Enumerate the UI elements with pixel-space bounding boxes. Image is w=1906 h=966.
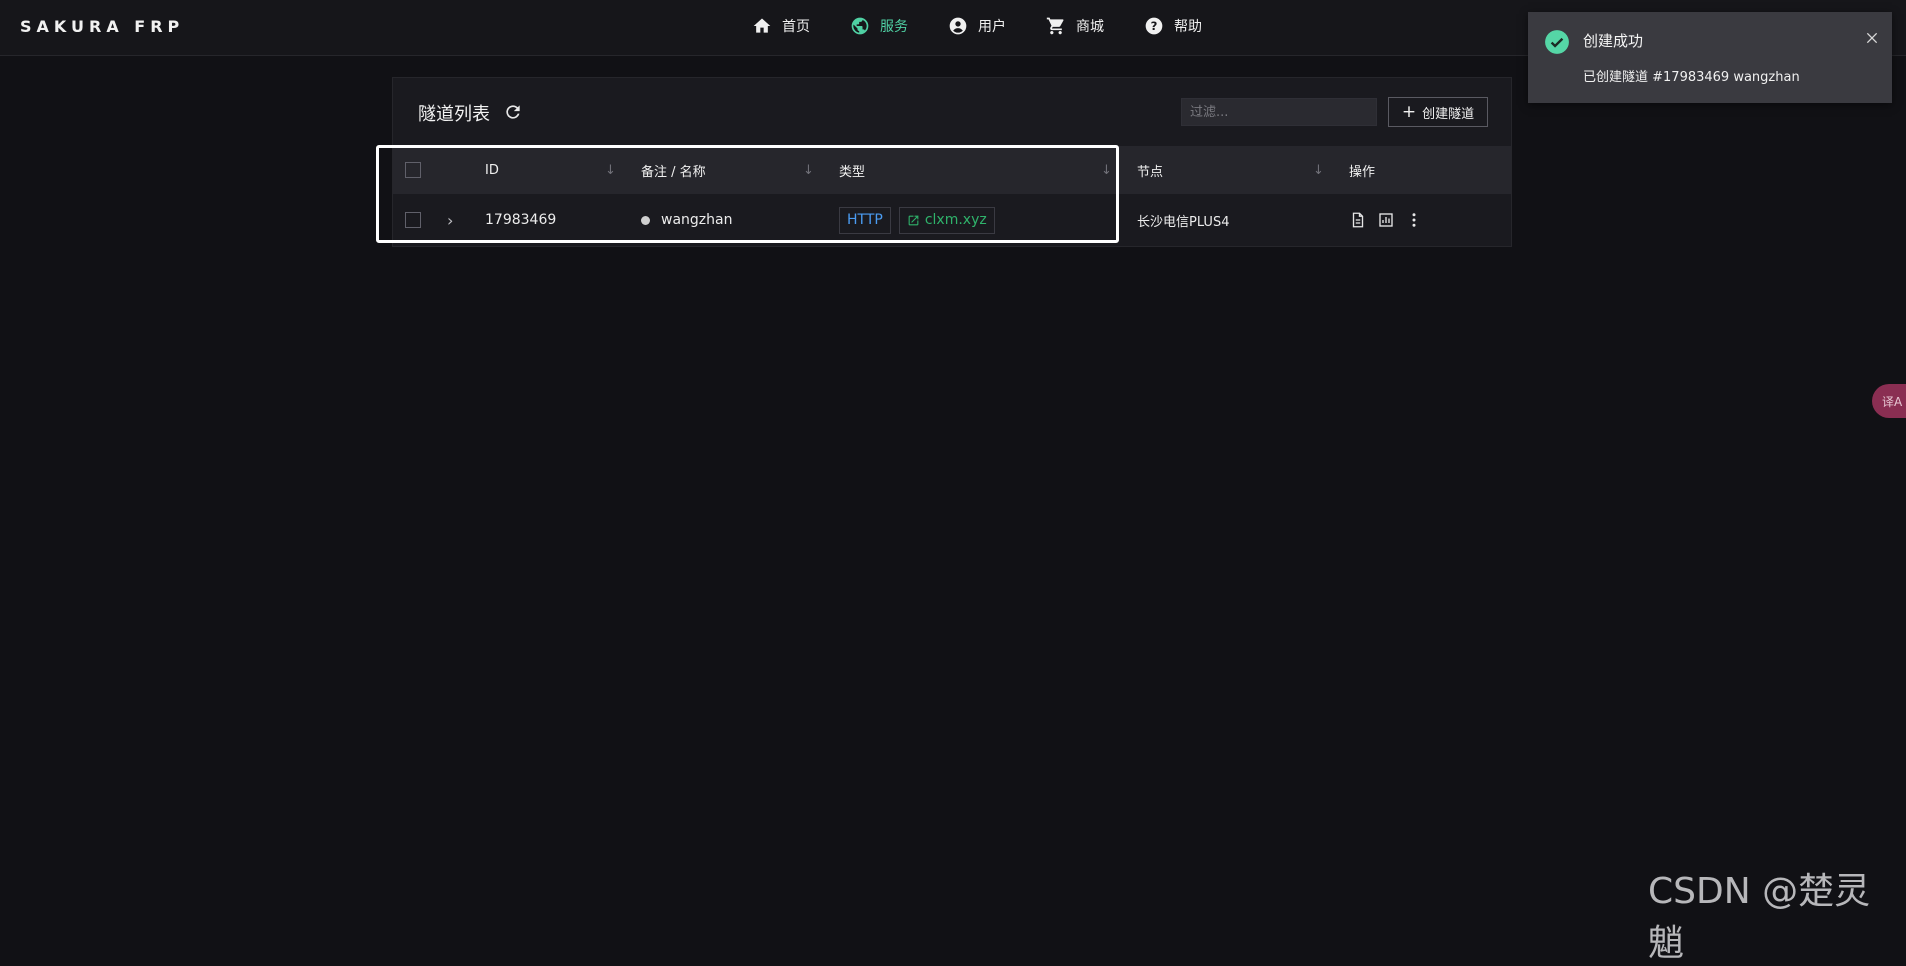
home-icon	[753, 18, 771, 33]
create-tunnel-button[interactable]: + 创建隧道	[1388, 97, 1488, 127]
table-row: › 17983469 wangzhan HTTP clxm.xyz 长沙电信PL…	[393, 194, 1511, 246]
nav-label: 商城	[1076, 19, 1104, 35]
sort-arrow-icon[interactable]: ↓	[803, 163, 814, 178]
toast-title: 创建成功	[1583, 32, 1644, 50]
nav-item-services[interactable]: 服务	[850, 14, 908, 38]
header-actions: 操作	[1349, 164, 1376, 180]
select-all-checkbox[interactable]	[405, 162, 421, 178]
row-select-cell	[405, 212, 421, 228]
tunnel-name: wangzhan	[661, 212, 733, 228]
create-tunnel-label: 创建隧道	[1422, 106, 1475, 122]
nav-item-shop[interactable]: 商城	[1046, 14, 1104, 38]
svg-text:?: ?	[1151, 19, 1158, 33]
header-type[interactable]: 类型	[839, 161, 865, 180]
nav-label: 用户	[978, 19, 1006, 35]
row-actions	[1349, 211, 1423, 229]
domain-link[interactable]: clxm.xyz	[898, 206, 995, 234]
user-circle-icon	[949, 17, 967, 35]
header-id[interactable]: ID	[485, 163, 499, 178]
header-name[interactable]: 备注 / 名称	[641, 161, 706, 180]
sort-arrow-icon[interactable]: ↓	[1101, 163, 1112, 178]
sort-arrow-icon[interactable]: ↓	[605, 163, 616, 178]
select-all-cell	[405, 162, 421, 178]
watermark: CSDN @楚灵魈	[1648, 871, 1871, 964]
translate-side-tab[interactable]: 译A	[1872, 384, 1906, 418]
table-header: ID ↓ 备注 / 名称 ↓ 类型 ↓ 节点 ↓ 操作	[393, 146, 1511, 194]
expand-chevron-icon[interactable]: ›	[447, 211, 453, 230]
globe-icon	[851, 17, 869, 35]
cart-icon	[1046, 17, 1064, 35]
header-node[interactable]: 节点	[1137, 161, 1163, 180]
toast-message: 已创建隧道 #17983469 wangzhan	[1583, 70, 1800, 85]
type-badge: HTTP	[839, 206, 891, 234]
tunnel-type-cell: HTTP clxm.xyz	[839, 206, 995, 234]
more-vertical-icon[interactable]	[1405, 211, 1423, 229]
tunnel-node: 长沙电信PLUS4	[1137, 214, 1230, 230]
tunnel-id: 17983469	[485, 212, 557, 228]
close-icon[interactable]	[1864, 30, 1880, 46]
stats-chart-icon[interactable]	[1377, 211, 1395, 229]
row-checkbox[interactable]	[405, 212, 421, 228]
tunnel-list-card: 隧道列表 + 创建隧道 ID ↓ 备注 / 名称 ↓ 类型 ↓ 节点 ↓ 操作 …	[392, 77, 1512, 247]
nav-item-user[interactable]: 用户	[948, 14, 1006, 38]
tunnel-name-cell: wangzhan	[641, 212, 732, 228]
document-icon[interactable]	[1349, 211, 1367, 229]
status-dot-icon	[641, 215, 650, 225]
nav-label: 帮助	[1174, 19, 1202, 35]
external-link-icon	[908, 215, 919, 225]
sort-arrow-icon[interactable]: ↓	[1313, 163, 1324, 178]
plus-icon: +	[1401, 101, 1417, 122]
main-nav: 首页 服务 用户 商城 ? 帮助	[752, 14, 1202, 38]
success-toast: 创建成功 已创建隧道 #17983469 wangzhan	[1528, 12, 1892, 103]
nav-item-help[interactable]: ? 帮助	[1144, 14, 1202, 38]
nav-label: 首页	[782, 19, 810, 35]
filter-input[interactable]	[1181, 98, 1377, 126]
card-title: 隧道列表	[418, 104, 490, 125]
translate-icon: 译A	[1882, 394, 1903, 409]
nav-label: 服务	[880, 19, 908, 35]
refresh-icon[interactable]	[503, 102, 523, 122]
brand-logo[interactable]: SAKURA FRP	[20, 17, 184, 36]
check-circle-icon	[1545, 30, 1569, 54]
domain-text: clxm.xyz	[924, 212, 987, 228]
nav-item-home[interactable]: 首页	[752, 14, 810, 38]
help-icon: ?	[1145, 17, 1163, 35]
